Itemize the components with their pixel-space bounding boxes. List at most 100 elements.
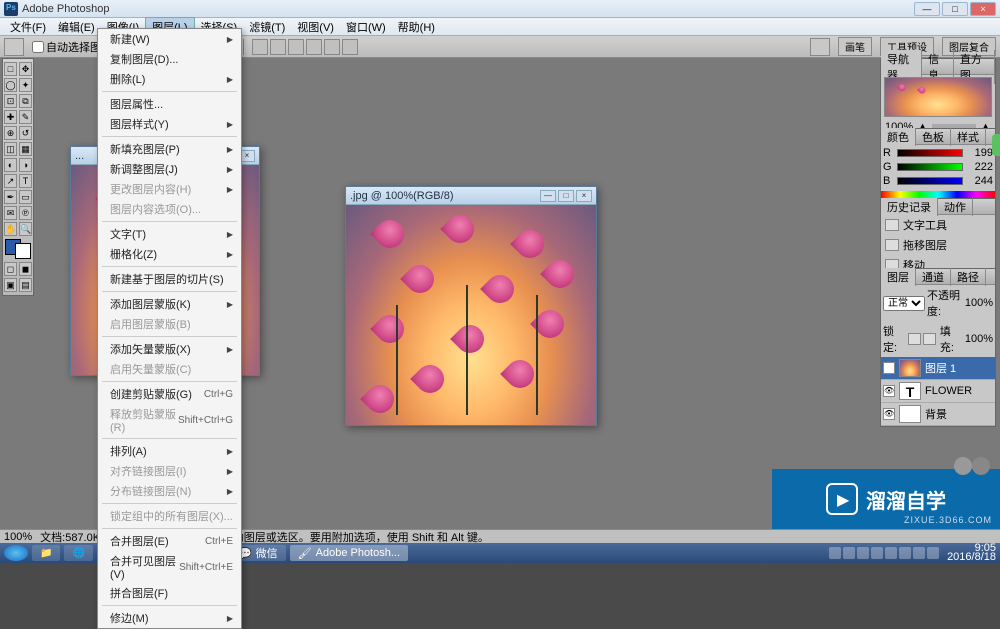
tool-screen[interactable]: ▣ [4, 278, 17, 292]
tool-mode[interactable]: ◻ [4, 262, 17, 276]
tool-slice[interactable]: ⧉ [19, 94, 32, 108]
menu-item[interactable]: 拼合图层(F) [98, 583, 241, 603]
layer-row[interactable]: 👁 T FLOWER [881, 380, 995, 403]
navigator-thumbnail[interactable] [884, 77, 992, 117]
doc2-max[interactable]: □ [558, 190, 574, 202]
menu-file[interactable]: 文件(F) [4, 18, 52, 36]
tool-eyedrop[interactable]: ℗ [19, 206, 32, 220]
tool-eraser[interactable]: ◫ [4, 142, 17, 156]
layer-row[interactable]: 👁 图层 1 [881, 357, 995, 380]
menu-item[interactable]: 创建剪贴蒙版(G)Ctrl+G [98, 384, 241, 404]
tool-shape[interactable]: ▭ [19, 190, 32, 204]
distribute-icon[interactable] [342, 39, 358, 55]
tab-swatches[interactable]: 色板 [916, 128, 951, 146]
visibility-icon[interactable]: 👁 [883, 408, 895, 420]
menu-item[interactable]: 合并可见图层(V)Shift+Ctrl+E [98, 551, 241, 583]
tool-notes[interactable]: ✉ [4, 206, 17, 220]
menu-item[interactable]: 修边(M)▶ [98, 608, 241, 628]
taskbar-pin[interactable]: 🌐 [64, 545, 92, 561]
color-swatch[interactable] [5, 239, 31, 259]
taskbar-item-active[interactable]: 🖌Adobe Photosh... [290, 545, 408, 561]
minimize-button[interactable]: — [914, 2, 940, 16]
tab-actions[interactable]: 动作 [938, 198, 973, 216]
tool-wand[interactable]: ✦ [19, 78, 32, 92]
taskbar-pin[interactable]: 📁 [32, 545, 60, 561]
opacity-value[interactable]: 100% [965, 297, 993, 309]
tab-history[interactable]: 历史记录 [881, 198, 938, 216]
doc2-titlebar[interactable]: .jpg @ 100%(RGB/8) — □ × [346, 187, 596, 205]
tab-styles[interactable]: 样式 [951, 128, 986, 146]
lock-icon[interactable] [923, 333, 936, 345]
tool-pen[interactable]: ✒ [4, 190, 17, 204]
tool-brush[interactable]: ✎ [19, 110, 32, 124]
menu-item[interactable]: 添加图层蒙版(K)▶ [98, 294, 241, 314]
tool-type[interactable]: T [19, 174, 32, 188]
clock[interactable]: 9:05 2016/8/18 [947, 544, 996, 562]
opt-tab-brush[interactable]: 画笔 [838, 37, 872, 56]
edge-tab[interactable] [992, 134, 1000, 156]
tool-hand[interactable]: ✋ [4, 222, 17, 236]
menu-item[interactable]: 文字(T)▶ [98, 224, 241, 244]
tool-zoom[interactable]: 🔍 [19, 222, 32, 236]
r-slider[interactable] [897, 149, 963, 157]
distribute-icon[interactable] [252, 39, 268, 55]
menu-item[interactable]: 图层样式(Y)▶ [98, 114, 241, 134]
menu-help[interactable]: 帮助(H) [392, 18, 441, 36]
tray-icon[interactable] [857, 547, 869, 559]
tool-move[interactable]: ✥ [19, 62, 32, 76]
tray-icon[interactable] [871, 547, 883, 559]
tool-lasso[interactable]: ◯ [4, 78, 17, 92]
doc2-close[interactable]: × [576, 190, 592, 202]
tool-marquee[interactable]: □ [4, 62, 17, 76]
menu-item[interactable]: 排列(A)▶ [98, 441, 241, 461]
menu-view[interactable]: 视图(V) [291, 18, 340, 36]
menu-edit[interactable]: 编辑(E) [52, 18, 101, 36]
distribute-icon[interactable] [288, 39, 304, 55]
tool-history[interactable]: ↺ [19, 126, 32, 140]
menu-item[interactable]: 添加矢量蒙版(X)▶ [98, 339, 241, 359]
history-item[interactable]: 拖移图层 [881, 235, 995, 255]
menu-filter[interactable]: 滤镜(T) [243, 18, 291, 36]
tool-dodge[interactable]: ◑ [19, 158, 32, 172]
tool-screen2[interactable]: ▤ [19, 278, 32, 292]
tray-icon[interactable] [885, 547, 897, 559]
menu-window[interactable]: 窗口(W) [340, 18, 392, 36]
menu-item[interactable]: 新填充图层(P)▶ [98, 139, 241, 159]
menu-item[interactable]: 新建(W)▶ [98, 29, 241, 49]
menu-item[interactable]: 图层属性... [98, 94, 241, 114]
tool-blur[interactable]: ◐ [4, 158, 17, 172]
tray-icon[interactable] [829, 547, 841, 559]
tray-icon[interactable] [843, 547, 855, 559]
tray-icon[interactable] [899, 547, 911, 559]
tab-channels[interactable]: 通道 [916, 268, 951, 286]
history-item[interactable]: 文字工具 [881, 215, 995, 235]
start-button[interactable] [4, 545, 28, 561]
document-window-2[interactable]: .jpg @ 100%(RGB/8) — □ × [345, 186, 597, 426]
menu-item[interactable]: 复制图层(D)... [98, 49, 241, 69]
lock-icon[interactable] [908, 333, 921, 345]
close-button[interactable]: × [970, 2, 996, 16]
distribute-icon[interactable] [324, 39, 340, 55]
tool-gradient[interactable]: ▦ [19, 142, 32, 156]
distribute-icon[interactable] [270, 39, 286, 55]
menu-item[interactable]: 栅格化(Z)▶ [98, 244, 241, 264]
tray-icon[interactable] [913, 547, 925, 559]
doc2-min[interactable]: — [540, 190, 556, 202]
tab-layers[interactable]: 图层 [881, 268, 916, 286]
tool-heal[interactable]: ✚ [4, 110, 17, 124]
menu-item[interactable]: 删除(L)▶ [98, 69, 241, 89]
distribute-icon[interactable] [306, 39, 322, 55]
tool-crop[interactable]: ⊡ [4, 94, 17, 108]
menu-item[interactable]: 合并图层(E)Ctrl+E [98, 531, 241, 551]
tool-mask[interactable]: ◼ [19, 262, 32, 276]
blend-mode-select[interactable]: 正常 [883, 296, 925, 311]
move-tool-icon[interactable] [4, 38, 24, 56]
maximize-button[interactable]: □ [942, 2, 968, 16]
layer-row[interactable]: 👁 背景 [881, 403, 995, 426]
tool-stamp[interactable]: ⊕ [4, 126, 17, 140]
g-slider[interactable] [897, 163, 963, 171]
tab-paths[interactable]: 路径 [951, 268, 986, 286]
tray-icon[interactable] [927, 547, 939, 559]
b-slider[interactable] [897, 177, 963, 185]
visibility-icon[interactable]: 👁 [883, 385, 895, 397]
